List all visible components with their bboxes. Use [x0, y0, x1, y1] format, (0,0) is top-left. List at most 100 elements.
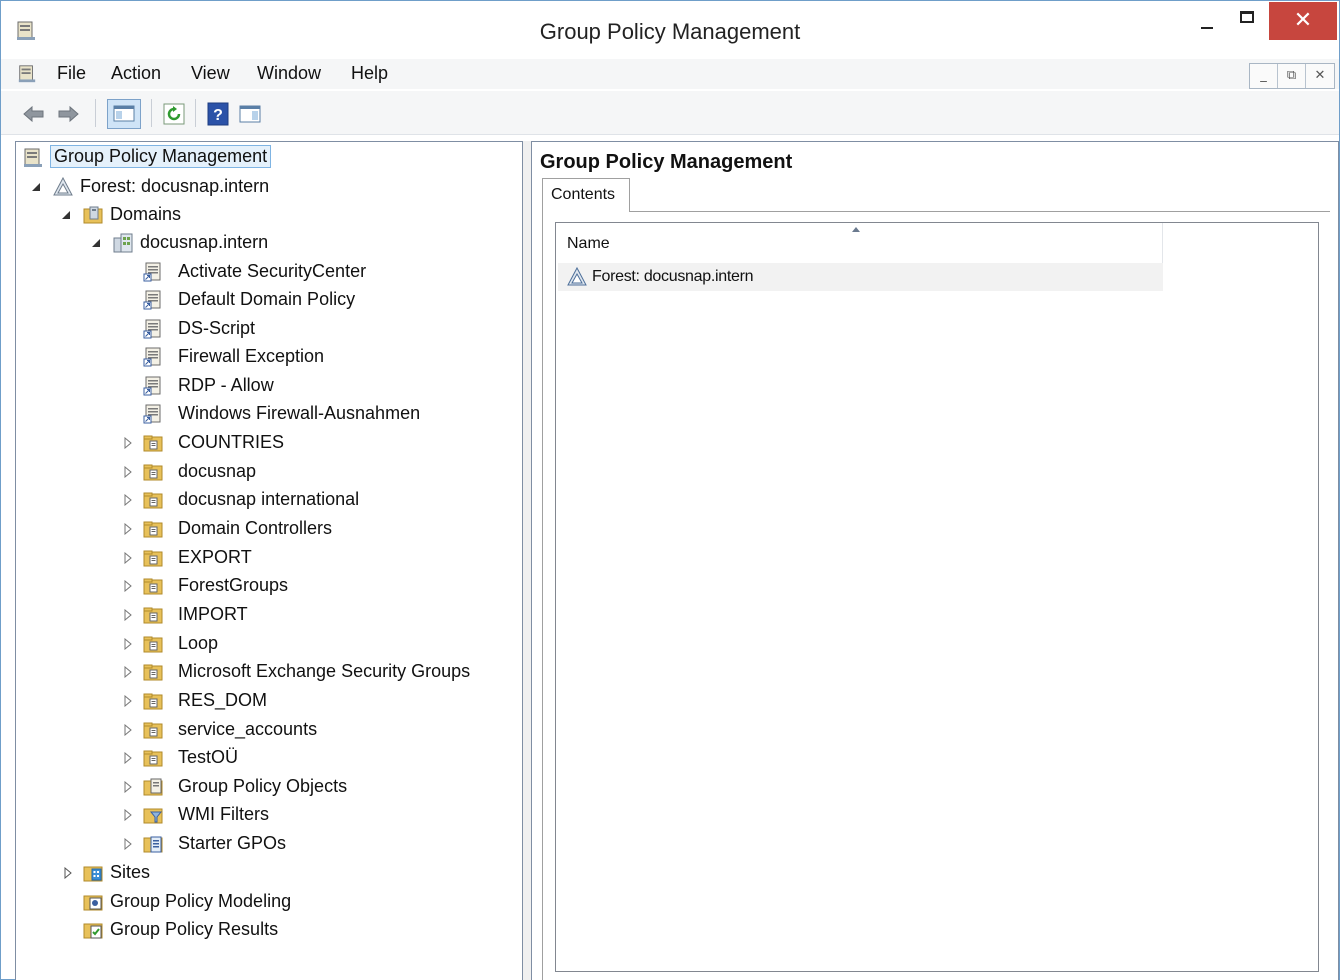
ou-folder-icon [143, 464, 163, 481]
list-item[interactable]: Forest: docusnap.intern [558, 263, 1163, 291]
menu-action[interactable]: Action [109, 63, 163, 84]
tree-node-root[interactable]: Group Policy Management [16, 144, 522, 172]
tree-node-ou[interactable]: Microsoft Exchange Security Groups [16, 658, 522, 686]
tree-node-label: COUNTRIES [178, 432, 285, 452]
tree-node-label: Sites [110, 862, 151, 882]
tree-node-sites[interactable]: Sites [16, 859, 522, 887]
tree-node-group-policy-results[interactable]: Group Policy Results [16, 916, 522, 944]
tree-node-gpo-link[interactable]: Windows Firewall-Ausnahmen [16, 400, 522, 428]
ou-folder-icon [143, 550, 163, 567]
tree-node-label: Default Domain Policy [178, 289, 356, 309]
collapsed-arrow-icon[interactable] [122, 523, 134, 535]
tree-node-ou[interactable]: COUNTRIES [16, 429, 522, 457]
tree-node-label: Domain Controllers [178, 518, 333, 538]
mdi-restore-button[interactable]: ⧉ [1278, 64, 1306, 88]
tree-node-ou[interactable]: ForestGroups [16, 572, 522, 600]
pane-splitter[interactable] [523, 141, 531, 980]
title-bar[interactable]: Group Policy Management ✕ [1, 1, 1339, 59]
tree-node-container[interactable]: Starter GPOs [16, 830, 522, 858]
tree-node-forest[interactable]: Forest: docusnap.intern [16, 173, 522, 201]
tree-node-domains[interactable]: Domains [16, 201, 522, 229]
tree-node-ou[interactable]: Loop [16, 630, 522, 658]
forest-icon [53, 176, 73, 196]
contents-list[interactable]: Name Forest: docusnap.intern [555, 222, 1319, 972]
refresh-icon[interactable] [161, 101, 187, 127]
group-policy-modeling-icon [83, 895, 103, 911]
expanded-arrow-icon[interactable] [60, 209, 72, 221]
help-icon[interactable]: ? [205, 101, 231, 127]
collapsed-arrow-icon[interactable] [122, 552, 134, 564]
close-button[interactable]: ✕ [1269, 2, 1337, 40]
collapsed-arrow-icon[interactable] [122, 752, 134, 764]
tree-node-ou[interactable]: Domain Controllers [16, 515, 522, 543]
maximize-button[interactable] [1227, 1, 1267, 43]
minimize-button[interactable] [1187, 1, 1227, 43]
sites-folder-icon [83, 866, 103, 882]
back-icon[interactable] [21, 101, 47, 127]
collapsed-arrow-icon[interactable] [122, 638, 134, 650]
tree-node-ou[interactable]: IMPORT [16, 601, 522, 629]
menu-help[interactable]: Help [349, 63, 390, 84]
gpo-container-icon [143, 778, 163, 796]
collapsed-arrow-icon[interactable] [122, 724, 134, 736]
collapsed-arrow-icon[interactable] [122, 838, 134, 850]
collapsed-arrow-icon[interactable] [122, 609, 134, 621]
show-hide-action-pane-icon[interactable] [237, 101, 263, 127]
system-menu-icon[interactable] [17, 64, 37, 84]
expanded-arrow-icon[interactable] [90, 237, 102, 249]
collapsed-arrow-icon[interactable] [122, 494, 134, 506]
menu-window[interactable]: Window [255, 63, 323, 84]
console-tree[interactable]: Group Policy Management Forest: docusnap… [15, 141, 523, 980]
ou-folder-icon [143, 664, 163, 681]
tree-node-container[interactable]: WMI Filters [16, 801, 522, 829]
mdi-close-button[interactable]: ✕ [1306, 64, 1334, 88]
collapsed-arrow-icon[interactable] [122, 666, 134, 678]
app-window: Group Policy Management ✕ File Action Vi… [0, 0, 1340, 980]
collapsed-arrow-icon[interactable] [122, 437, 134, 449]
tree-node-label: EXPORT [178, 547, 252, 567]
tree-node-ou[interactable]: EXPORT [16, 544, 522, 572]
collapsed-arrow-icon[interactable] [122, 466, 134, 478]
expanded-arrow-icon[interactable] [30, 181, 42, 193]
toolbar-separator [151, 99, 152, 127]
tab-contents[interactable]: Contents [542, 178, 630, 212]
gpo-link-icon [143, 290, 161, 310]
tree-node-gpo-link[interactable]: Default Domain Policy [16, 286, 522, 314]
collapsed-arrow-icon[interactable] [122, 809, 134, 821]
tree-node-ou[interactable]: service_accounts [16, 716, 522, 744]
tree-node-label: TestOÜ [178, 747, 239, 767]
collapsed-arrow-icon[interactable] [122, 695, 134, 707]
tree-node-ou[interactable]: TestOÜ [16, 744, 522, 772]
tree-node-gpo-link[interactable]: Activate SecurityCenter [16, 258, 522, 286]
list-item-label: Forest: docusnap.intern [592, 268, 754, 285]
tree-node-label: Domains [110, 204, 182, 224]
show-hide-console-tree-icon[interactable] [107, 99, 141, 129]
mdi-minimize-button[interactable]: _ [1250, 64, 1278, 88]
mdi-child-controls: _ ⧉ ✕ [1249, 63, 1335, 89]
starter-gpos-icon [143, 836, 163, 853]
forward-icon[interactable] [55, 101, 81, 127]
tree-node-container[interactable]: Group Policy Objects [16, 773, 522, 801]
tree-node-gpo-link[interactable]: DS-Script [16, 315, 522, 343]
menu-file[interactable]: File [55, 63, 88, 84]
tree-node-ou[interactable]: RES_DOM [16, 687, 522, 715]
svg-text:?: ? [213, 107, 223, 124]
menu-view[interactable]: View [189, 63, 232, 84]
ou-folder-icon [143, 636, 163, 653]
tree-node-gpo-link[interactable]: RDP - Allow [16, 372, 522, 400]
column-header-name[interactable]: Name [556, 223, 1163, 263]
tree-node-label: Windows Firewall-Ausnahmen [178, 403, 421, 423]
tree-node-ou[interactable]: docusnap [16, 458, 522, 486]
tree-node-domain[interactable]: docusnap.intern [16, 229, 522, 257]
collapsed-arrow-icon[interactable] [122, 781, 134, 793]
tree-node-ou[interactable]: docusnap international [16, 486, 522, 514]
forest-icon [567, 266, 587, 286]
collapsed-arrow-icon[interactable] [62, 867, 74, 879]
tree-node-group-policy-modeling[interactable]: Group Policy Modeling [16, 888, 522, 916]
ou-folder-icon [143, 521, 163, 538]
collapsed-arrow-icon[interactable] [122, 580, 134, 592]
window-title: Group Policy Management [539, 19, 801, 44]
ou-folder-icon [143, 607, 163, 624]
tree-node-gpo-link[interactable]: Firewall Exception [16, 343, 522, 371]
tree-node-label: Loop [178, 633, 219, 653]
